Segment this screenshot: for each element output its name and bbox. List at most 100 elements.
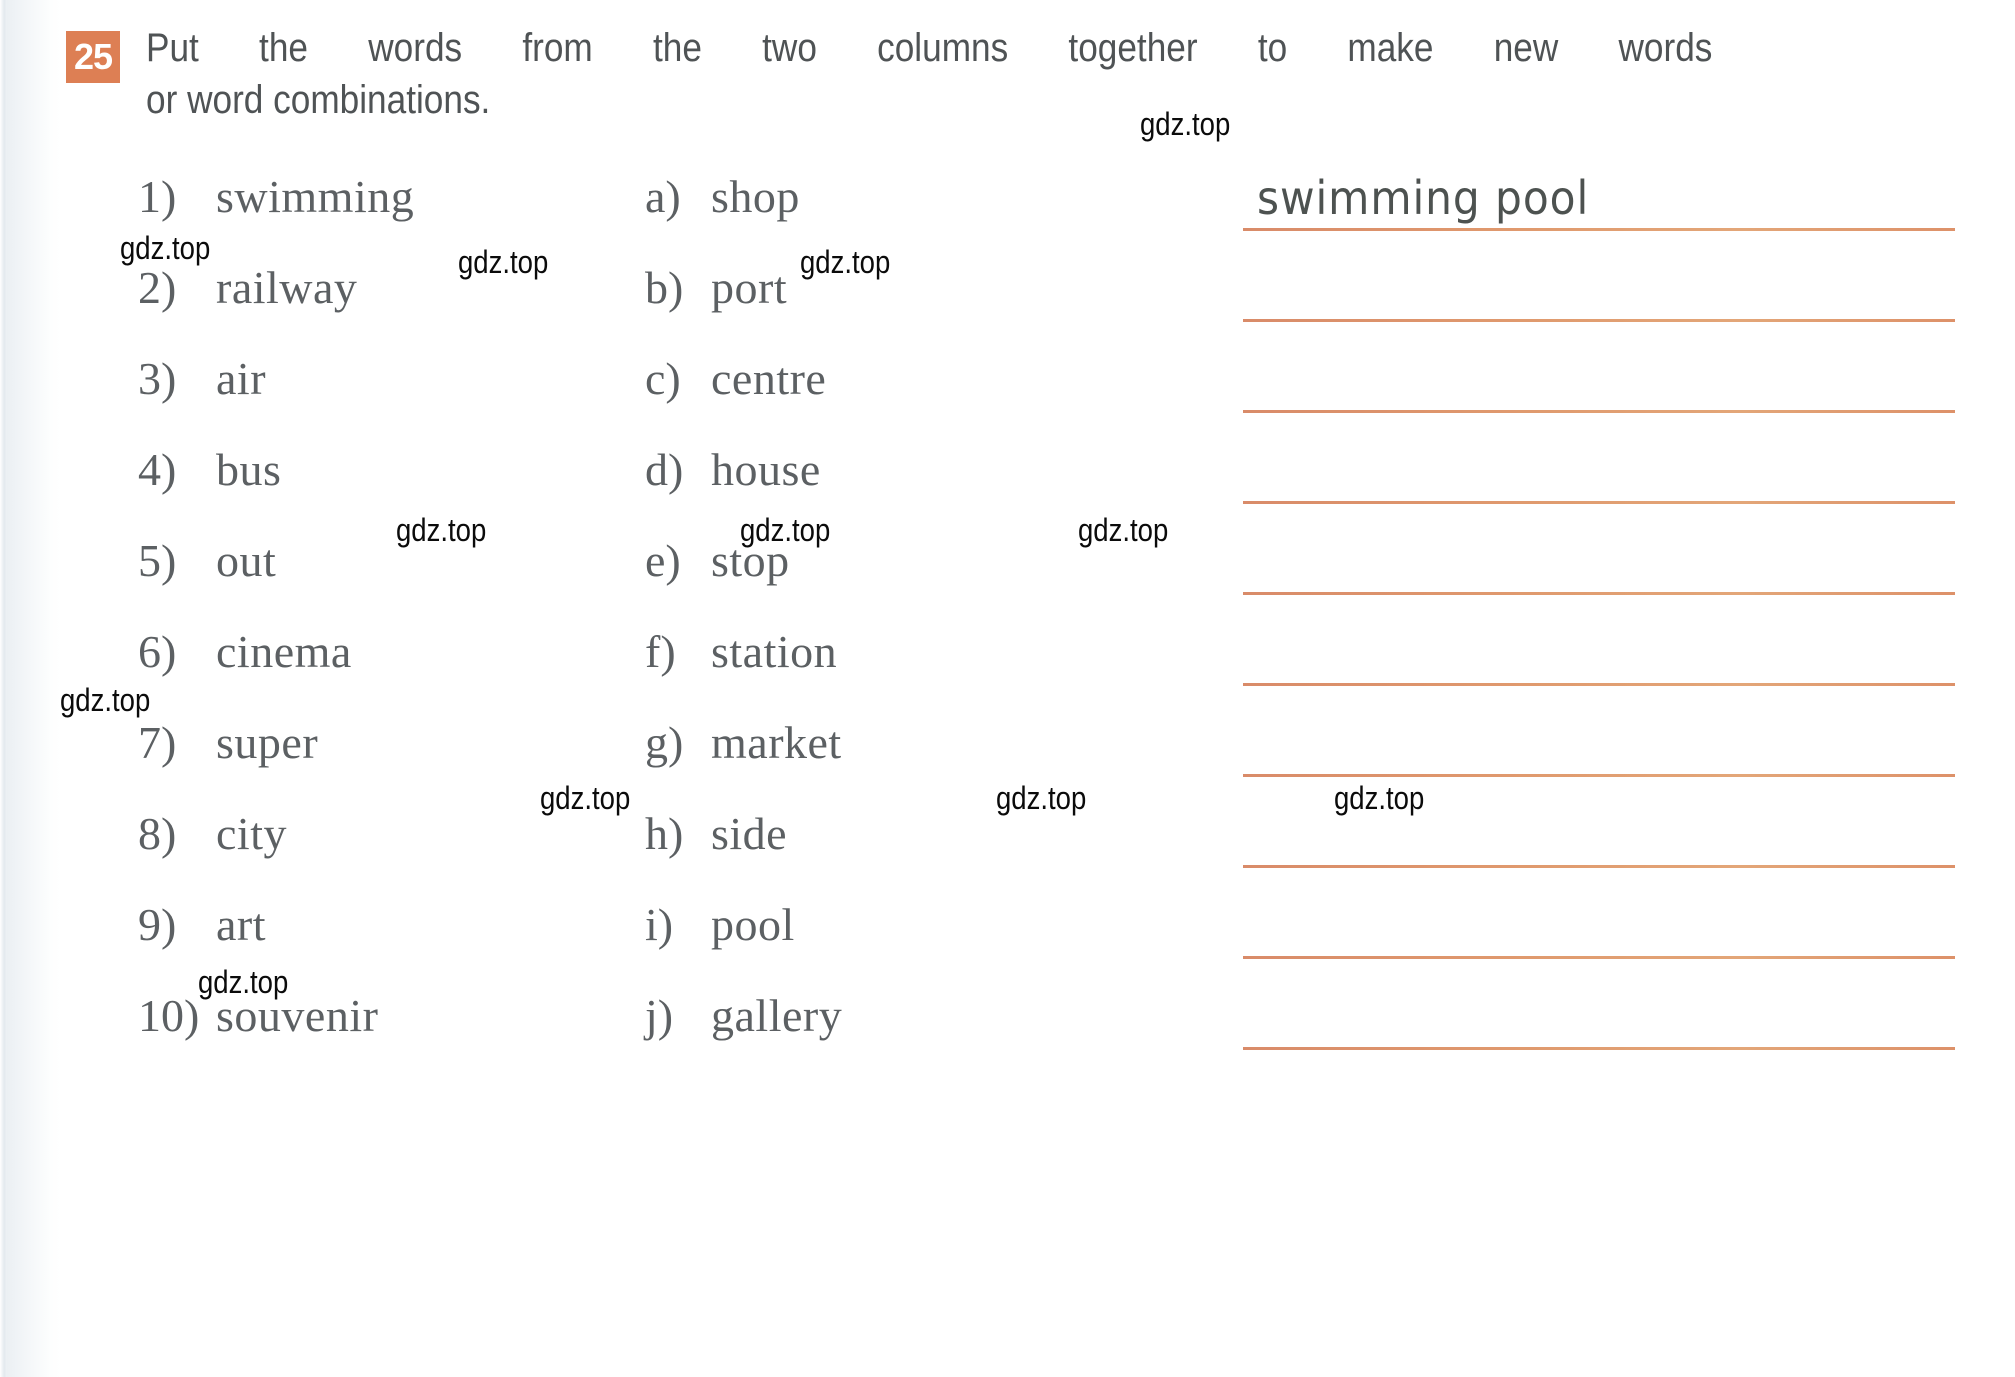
left-item-marker: 8) <box>138 808 177 859</box>
left-item-content: 7) super <box>138 716 318 769</box>
left-item-word: air <box>216 353 267 404</box>
exercise-instruction: Put the words from the two columns toget… <box>146 22 1712 126</box>
left-item-word: out <box>216 535 277 586</box>
right-item-marker: a) <box>645 171 681 222</box>
right-item-word: gallery <box>711 990 843 1041</box>
instruction-line-2: or word combinations. <box>146 78 491 122</box>
answer-row[interactable] <box>1243 886 1955 977</box>
right-item-row: f) station <box>645 613 965 704</box>
left-item-row: 5) out <box>138 522 608 613</box>
right-item-content: d) house <box>645 443 821 496</box>
left-item-word: railway <box>216 262 358 313</box>
right-item-word: port <box>711 262 788 313</box>
answer-row[interactable] <box>1243 340 1955 431</box>
answer-blank-line[interactable] <box>1243 319 1955 322</box>
answer-blank-line[interactable] <box>1243 410 1955 413</box>
right-item-row: b) port <box>645 249 965 340</box>
answer-row[interactable] <box>1243 795 1955 886</box>
right-item-word: station <box>711 626 838 677</box>
answer-blank-line[interactable] <box>1243 956 1955 959</box>
left-item-content: 6) cinema <box>138 625 352 678</box>
answer-blank-line[interactable] <box>1243 774 1955 777</box>
left-item-content: 10) souvenir <box>138 989 378 1042</box>
left-item-marker: 7) <box>138 717 177 768</box>
right-item-word: market <box>711 717 842 768</box>
right-item-marker: d) <box>645 444 684 495</box>
watermark: gdz.top <box>996 780 1087 816</box>
left-item-marker: 3) <box>138 353 177 404</box>
answer-blank-line[interactable] <box>1243 865 1955 868</box>
right-item-row: h) side <box>645 795 965 886</box>
left-item-row: 2) railway <box>138 249 608 340</box>
right-item-word: house <box>711 444 821 495</box>
left-item-content: 1) swimming <box>138 170 414 223</box>
left-item-row: 1) swimming <box>138 158 608 249</box>
right-item-marker: e) <box>645 535 681 586</box>
right-item-row: i) pool <box>645 886 965 977</box>
left-item-marker: 6) <box>138 626 177 677</box>
right-item-content: j) gallery <box>645 989 842 1042</box>
right-item-word: centre <box>711 353 827 404</box>
right-item-marker: f) <box>645 626 676 677</box>
right-item-marker: g) <box>645 717 684 768</box>
right-word-column: a) shop b) port c) centre d) house e) stop f) stati… <box>645 158 965 1068</box>
left-item-word: swimming <box>216 171 415 222</box>
answer-lines-column: swimming pool <box>1243 158 1955 1068</box>
page-gutter-shadow <box>0 0 62 1377</box>
worksheet-page: 25 Put the words from the two columns to… <box>0 0 2015 1377</box>
answer-blank-line[interactable] <box>1243 683 1955 686</box>
right-item-row: j) gallery <box>645 977 965 1068</box>
left-item-marker: 10) <box>138 990 200 1041</box>
right-item-word: shop <box>711 171 800 222</box>
left-item-row: 6) cinema <box>138 613 608 704</box>
left-word-column: 1) swimming 2) railway 3) air 4) bus 5) out 6) cine… <box>138 158 608 1068</box>
right-item-row: e) stop <box>645 522 965 613</box>
answer-blank-line[interactable] <box>1243 1047 1955 1050</box>
answer-row[interactable] <box>1243 522 1955 613</box>
answer-blank-line[interactable] <box>1243 592 1955 595</box>
right-item-word: stop <box>711 535 790 586</box>
answer-blank-line[interactable] <box>1243 228 1955 231</box>
answer-blank-line[interactable] <box>1243 501 1955 504</box>
right-item-word: pool <box>711 899 795 950</box>
left-item-word: cinema <box>216 626 352 677</box>
answer-row[interactable] <box>1243 249 1955 340</box>
left-item-content: 8) city <box>138 807 287 860</box>
watermark: gdz.top <box>1078 512 1169 548</box>
left-item-row: 8) city <box>138 795 608 886</box>
watermark: gdz.top <box>60 682 151 718</box>
instruction-line-1: Put the words from the two columns toget… <box>146 26 1713 70</box>
right-item-content: a) shop <box>645 170 800 223</box>
right-item-marker: j) <box>645 990 674 1041</box>
answer-row[interactable]: swimming pool <box>1243 158 1955 249</box>
answer-text[interactable]: swimming pool <box>1257 171 1589 225</box>
right-item-content: g) market <box>645 716 842 769</box>
right-item-word: side <box>711 808 788 859</box>
left-item-row: 9) art <box>138 886 608 977</box>
left-item-marker: 5) <box>138 535 177 586</box>
left-item-row: 3) air <box>138 340 608 431</box>
answer-row[interactable] <box>1243 977 1955 1068</box>
left-item-word: art <box>216 899 267 950</box>
right-item-marker: h) <box>645 808 684 859</box>
page-gutter-edge <box>0 0 7 1377</box>
right-item-content: f) station <box>645 625 837 678</box>
answer-row[interactable] <box>1243 613 1955 704</box>
left-item-content: 3) air <box>138 352 266 405</box>
left-item-word: city <box>216 808 287 859</box>
left-item-row: 7) super <box>138 704 608 795</box>
left-item-row: 10) souvenir <box>138 977 608 1068</box>
right-item-content: c) centre <box>645 352 826 405</box>
left-item-content: 5) out <box>138 534 276 587</box>
right-item-row: a) shop <box>645 158 965 249</box>
right-item-content: b) port <box>645 261 787 314</box>
left-item-marker: 9) <box>138 899 177 950</box>
right-item-row: c) centre <box>645 340 965 431</box>
left-item-row: 4) bus <box>138 431 608 522</box>
right-item-content: h) side <box>645 807 787 860</box>
left-item-word: bus <box>216 444 282 495</box>
answer-row[interactable] <box>1243 704 1955 795</box>
exercise-number-badge: 25 <box>66 31 120 83</box>
answer-row[interactable] <box>1243 431 1955 522</box>
right-item-row: d) house <box>645 431 965 522</box>
